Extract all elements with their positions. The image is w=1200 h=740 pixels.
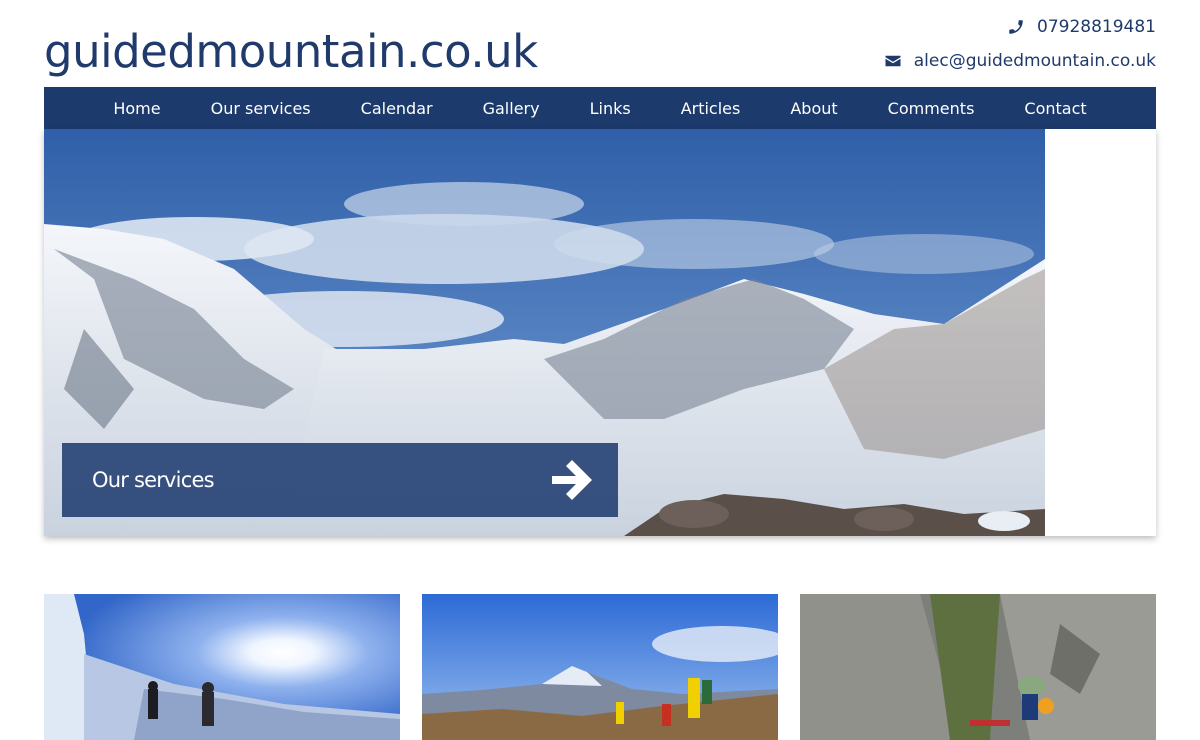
email-link[interactable]: alec@guidedmountain.co.uk [914,51,1156,71]
nav-home[interactable]: Home [113,99,160,118]
hero-slideshow: Our services [44,129,1156,536]
thumbnail-winter-walkers[interactable] [44,594,400,740]
nav-calendar[interactable]: Calendar [361,99,433,118]
nav-our-services[interactable]: Our services [211,99,311,118]
main-nav: Home Our services Calendar Gallery Links… [44,87,1156,129]
nav-contact[interactable]: Contact [1024,99,1086,118]
phone-icon [1009,20,1023,34]
site-logo[interactable]: guidedmountain.co.uk [44,26,538,78]
nav-articles[interactable]: Articles [681,99,741,118]
phone-link[interactable]: 07928819481 [1037,17,1156,37]
thumbnail-rock-climbers[interactable] [800,594,1156,740]
contact-email: alec@guidedmountain.co.uk [884,51,1156,71]
arrow-right-icon [552,460,592,500]
nav-gallery[interactable]: Gallery [483,99,540,118]
thumbnail-hikers-peak[interactable] [422,594,778,740]
hero-banner-label: Our services [92,468,215,492]
nav-about[interactable]: About [790,99,837,118]
envelope-icon [885,55,901,67]
contact-phone: 07928819481 [1007,17,1156,37]
hero-banner-our-services[interactable]: Our services [62,443,618,517]
nav-links[interactable]: Links [590,99,631,118]
nav-comments[interactable]: Comments [888,99,975,118]
